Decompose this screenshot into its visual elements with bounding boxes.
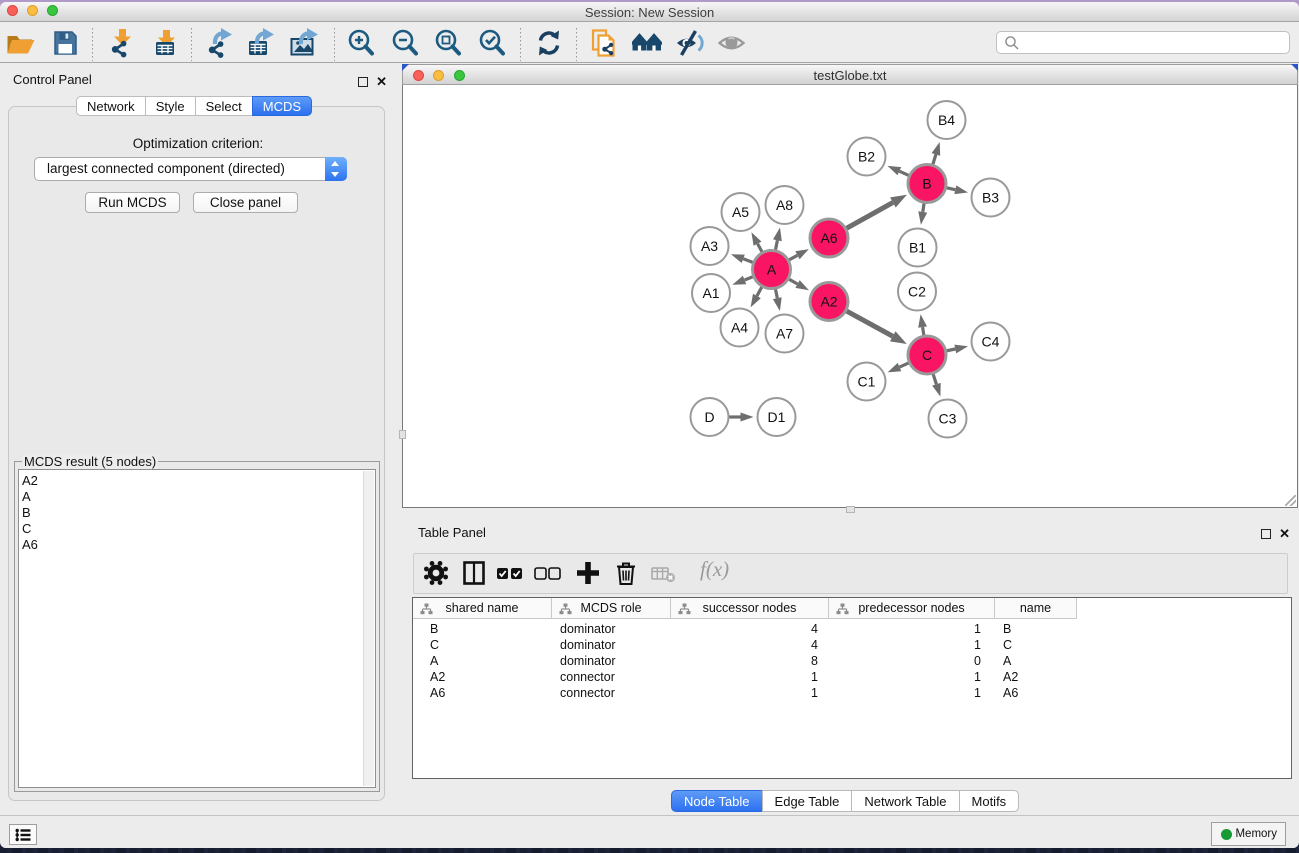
svg-text:C3: C3 (939, 411, 957, 427)
svg-text:B3: B3 (982, 190, 999, 206)
svg-text:D1: D1 (768, 409, 786, 425)
svg-text:B2: B2 (858, 149, 875, 165)
svg-text:C2: C2 (908, 284, 926, 300)
svg-text:A4: A4 (731, 320, 748, 336)
svg-text:A7: A7 (776, 326, 793, 342)
svg-text:B4: B4 (938, 112, 955, 128)
svg-text:B: B (922, 176, 931, 192)
svg-text:A2: A2 (820, 294, 837, 310)
svg-text:A6: A6 (820, 230, 837, 246)
svg-text:A8: A8 (776, 197, 793, 213)
svg-text:A3: A3 (701, 238, 718, 254)
svg-text:A: A (767, 262, 777, 278)
svg-text:C4: C4 (982, 334, 1000, 350)
svg-text:A5: A5 (732, 204, 749, 220)
svg-text:C1: C1 (858, 374, 876, 390)
svg-text:D: D (704, 409, 714, 425)
svg-text:C: C (922, 347, 932, 363)
svg-text:A1: A1 (702, 285, 719, 301)
svg-text:B1: B1 (909, 240, 926, 256)
